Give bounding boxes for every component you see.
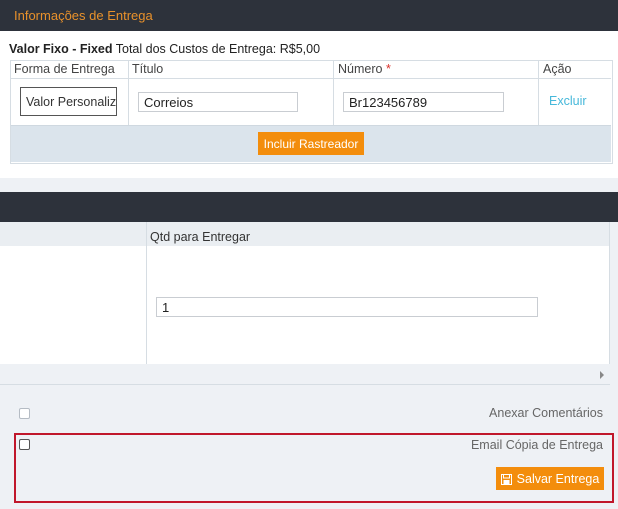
column-header-numero: Número * <box>338 62 391 76</box>
panel-title: Informações de Entrega <box>14 8 153 23</box>
floppy-disk-icon <box>500 474 512 488</box>
shipping-method-name: Valor Fixo - Fixed <box>9 42 113 56</box>
header-divider <box>11 78 611 79</box>
column-divider <box>538 60 539 125</box>
grid-column-divider <box>609 222 610 364</box>
column-header-numero-label: Número <box>338 62 383 76</box>
title-input[interactable]: Correios <box>138 92 298 112</box>
qty-column-header: Qtd para Entregar <box>150 230 251 244</box>
quantity-input[interactable]: 1 <box>156 297 538 317</box>
scroll-right-arrow-icon[interactable] <box>600 371 604 379</box>
add-tracker-button[interactable]: Incluir Rastreador <box>258 132 364 155</box>
horizontal-scrollbar[interactable] <box>0 364 610 385</box>
column-header-forma: Forma de Entrega <box>14 62 115 76</box>
save-delivery-button[interactable]: Salvar Entrega <box>496 467 604 490</box>
delete-link[interactable]: Excluir <box>549 94 587 108</box>
column-header-titulo: Título <box>132 62 164 76</box>
column-header-acao: Ação <box>543 62 572 76</box>
tracking-number-input[interactable]: Br123456789 <box>343 92 504 112</box>
grid-column-divider <box>146 222 147 364</box>
items-grid-header <box>0 222 610 247</box>
attach-comments-label: Anexar Comentários <box>489 406 603 420</box>
email-copy-checkbox[interactable] <box>19 439 30 450</box>
column-divider <box>333 60 334 125</box>
shipping-summary: Valor Fixo - Fixed Total dos Custos de E… <box>9 42 320 56</box>
required-marker: * <box>385 62 391 76</box>
attach-comments-checkbox[interactable] <box>19 408 30 419</box>
save-delivery-label: Salvar Entrega <box>516 472 600 486</box>
items-panel-header <box>0 192 618 222</box>
shipping-method-select[interactable]: Valor Personalizado <box>20 87 117 116</box>
email-copy-label: Email Cópia de Entrega <box>470 438 603 452</box>
column-divider <box>128 60 129 125</box>
shipping-total: Total dos Custos de Entrega: R$5,00 <box>115 42 321 56</box>
